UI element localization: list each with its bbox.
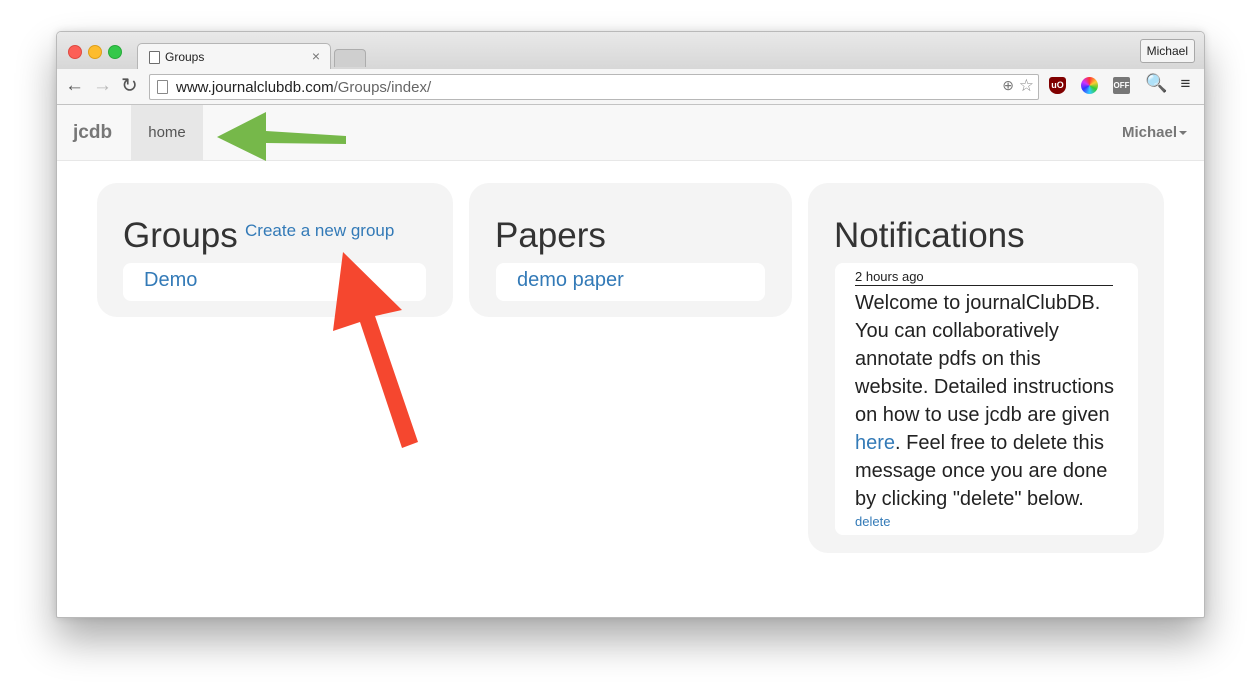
zoom-window-button[interactable]	[108, 45, 122, 59]
notification-timestamp: 2 hours ago	[855, 269, 1113, 286]
create-group-link[interactable]: Create a new group	[245, 221, 394, 241]
message-text: Welcome to journalClubDB. You can collab…	[855, 292, 1115, 426]
group-list-item: Demo	[123, 263, 426, 301]
nav-home-link[interactable]: home	[131, 105, 203, 160]
instructions-link[interactable]: here	[855, 432, 895, 454]
page-icon	[157, 80, 168, 94]
paper-list-item: demo paper	[496, 263, 765, 301]
site-navbar: jcdb home Michael	[57, 105, 1204, 161]
close-window-button[interactable]	[68, 45, 82, 59]
papers-title: Papers	[495, 216, 606, 255]
user-dropdown[interactable]: Michael	[1122, 124, 1187, 141]
reload-icon[interactable]: ↻	[121, 75, 138, 97]
color-picker-extension-icon[interactable]	[1081, 77, 1098, 94]
forward-arrow-icon[interactable]: →	[93, 75, 112, 97]
close-tab-icon[interactable]: ×	[312, 48, 320, 64]
browser-toolbar: ← → ↻ www.journalclubdb.com/Groups/index…	[57, 69, 1204, 105]
address-bar[interactable]: www.journalclubdb.com/Groups/index/ ⊕ ☆	[149, 74, 1039, 100]
notification-message: Welcome to journalClubDB. You can collab…	[855, 289, 1119, 513]
ublock-extension-icon[interactable]: uO	[1049, 77, 1066, 94]
tab-groups[interactable]: Groups ×	[137, 43, 331, 71]
url-host: www.journalclubdb.com	[176, 79, 334, 96]
delete-notification-link[interactable]: delete	[855, 514, 890, 529]
notification-item: 2 hours ago Welcome to journalClubDB. Yo…	[835, 263, 1138, 535]
groups-panel: Groups Create a new group Demo	[97, 183, 453, 317]
notifications-panel: Notifications 2 hours ago Welcome to jou…	[808, 183, 1164, 553]
url-text: www.journalclubdb.com/Groups/index/	[176, 79, 431, 96]
minimize-window-button[interactable]	[88, 45, 102, 59]
user-name: Michael	[1121, 124, 1177, 141]
groups-title: Groups	[123, 216, 238, 255]
new-tab-button[interactable]	[334, 49, 366, 67]
search-icon[interactable]: 🔍	[1145, 74, 1167, 92]
group-link-demo[interactable]: Demo	[144, 269, 197, 292]
browser-window: Groups × Michael ← → ↻ www.journalclubdb…	[56, 31, 1205, 618]
zoom-icon[interactable]: ⊕	[1002, 77, 1014, 94]
notifications-title: Notifications	[834, 216, 1025, 255]
tab-title: Groups	[165, 50, 205, 64]
profile-button[interactable]: Michael	[1139, 39, 1195, 63]
papers-panel: Papers demo paper	[469, 183, 792, 317]
menu-icon[interactable]: ≡	[1177, 75, 1194, 92]
url-path: /Groups/index/	[333, 79, 432, 96]
off-extension-icon[interactable]: OFF	[1113, 77, 1130, 94]
brand-logo[interactable]: jcdb	[73, 122, 112, 144]
tab-strip: Groups × Michael	[57, 32, 1204, 71]
bookmark-star-icon[interactable]: ☆	[1019, 76, 1034, 96]
page-icon	[149, 51, 160, 64]
paper-link-demo-paper[interactable]: demo paper	[517, 269, 624, 292]
back-arrow-icon[interactable]: ←	[65, 75, 84, 97]
caret-down-icon	[1179, 131, 1187, 136]
